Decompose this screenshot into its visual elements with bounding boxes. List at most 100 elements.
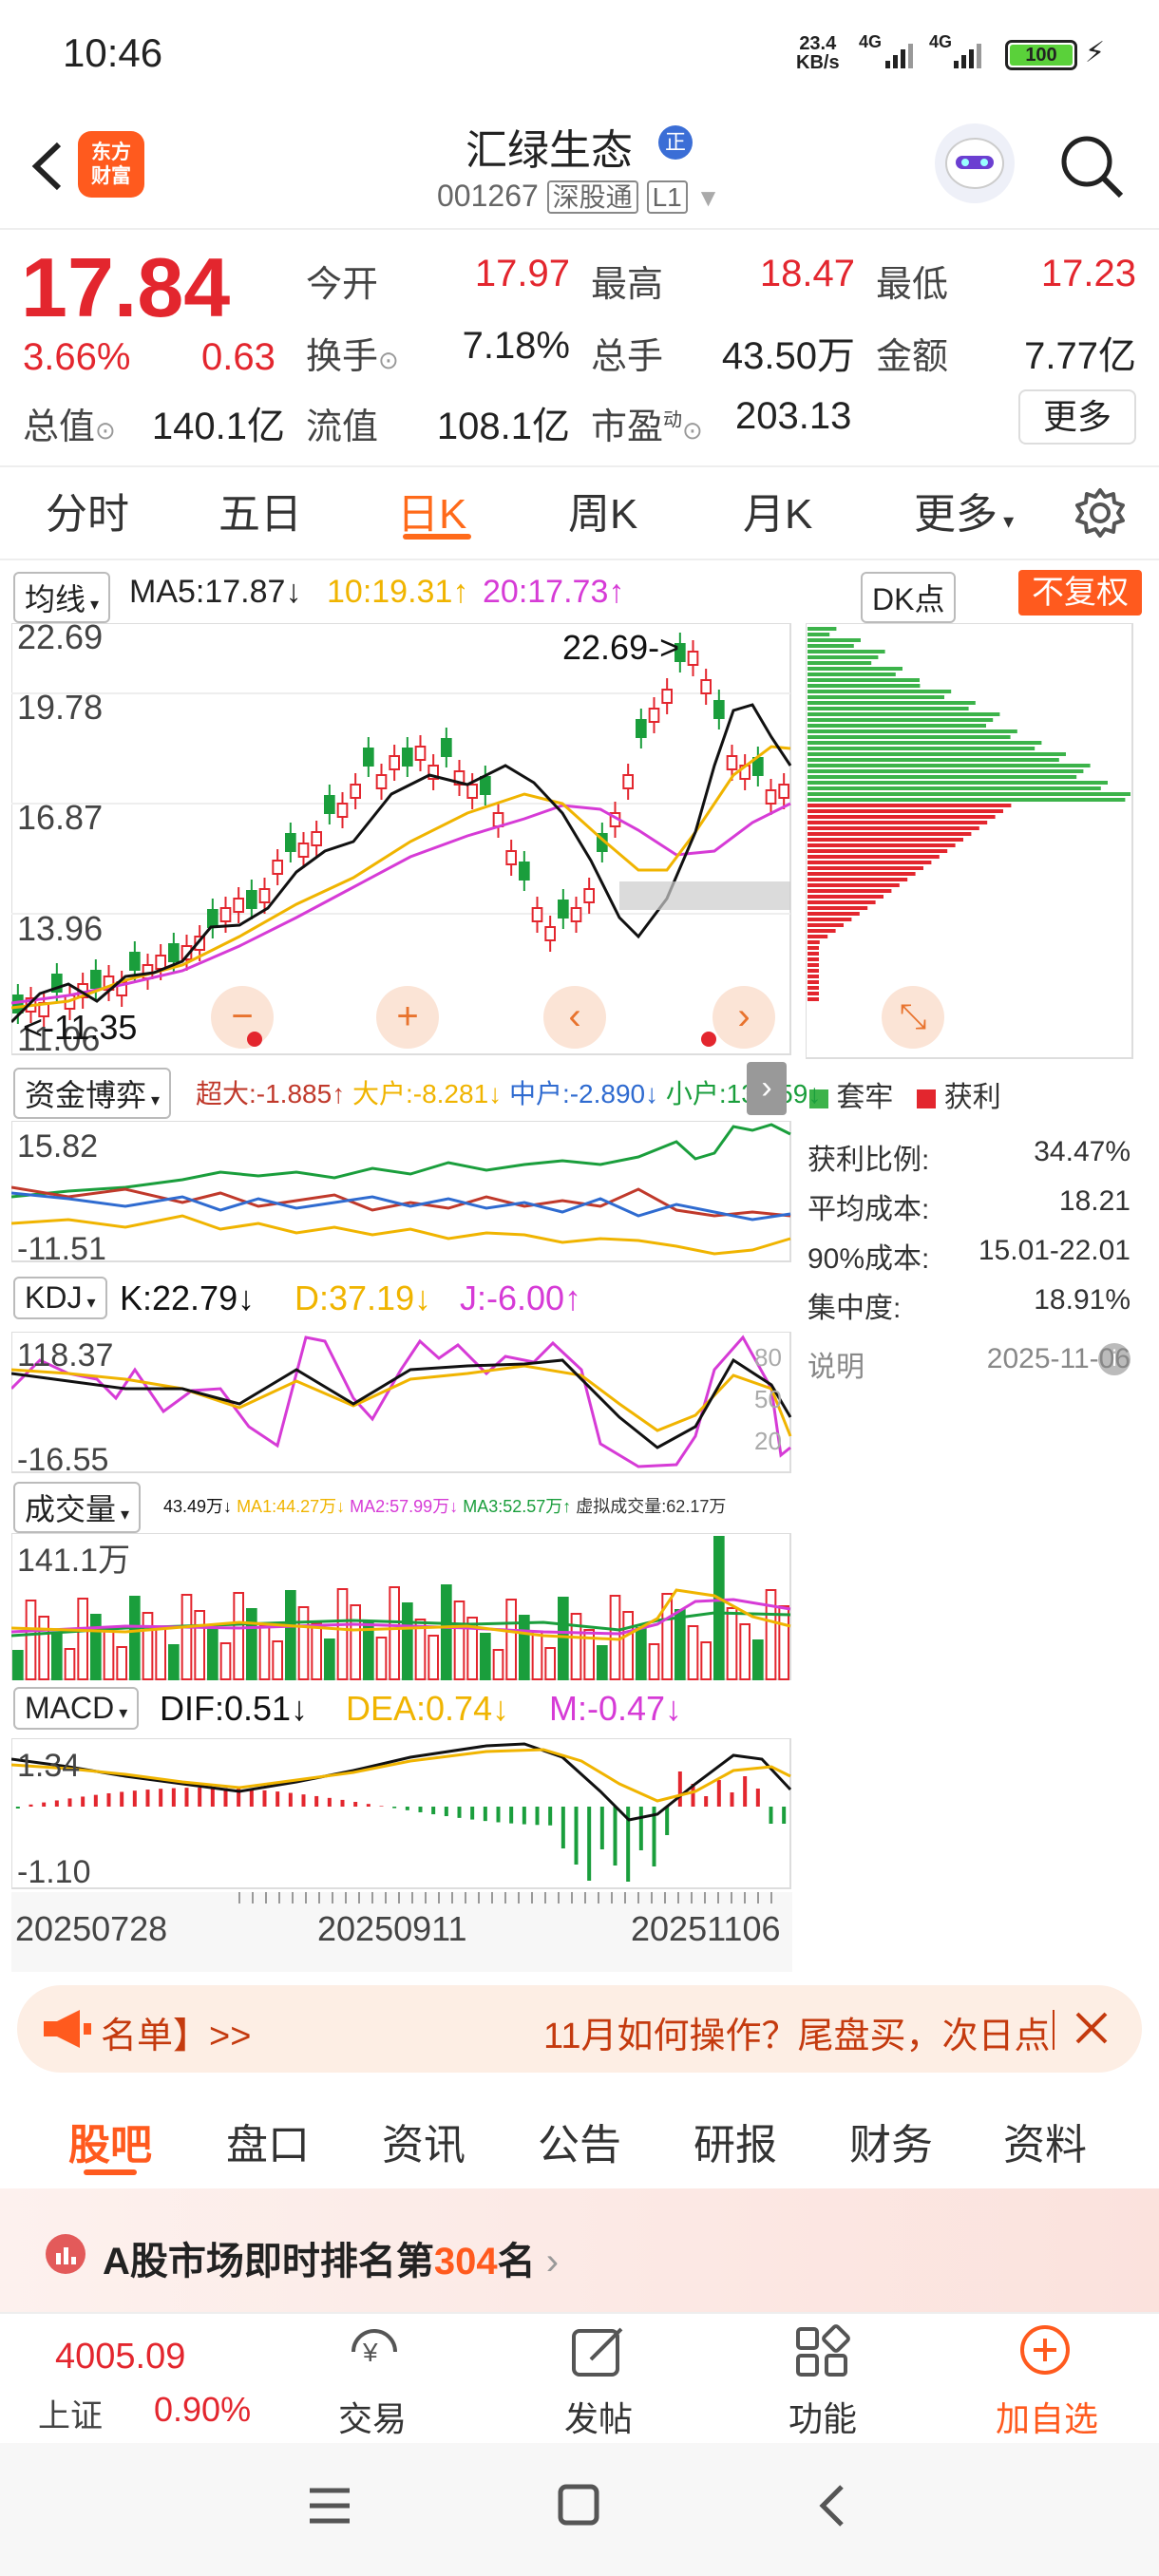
network-speed: 23.4 KB/s — [796, 33, 840, 73]
kdj-ref-50: 50 — [754, 1385, 782, 1413]
volume-bar — [142, 1612, 154, 1680]
candle-body — [480, 776, 491, 795]
chip-bar — [808, 667, 902, 671]
chip-bar — [808, 758, 1059, 762]
app-logo[interactable]: 东方 财富 — [78, 131, 144, 198]
ma5-value: MA5:17.87↓ — [129, 574, 302, 610]
stock-code: 001267 深股通 L1 ▼ — [437, 179, 721, 214]
index-value[interactable]: 4005.09 — [55, 2337, 185, 2377]
active-tab-indicator — [403, 534, 471, 540]
tab-wuri[interactable]: 五日 — [218, 480, 302, 540]
fq-button[interactable]: 不复权 — [1018, 570, 1142, 616]
home-icon[interactable] — [557, 2483, 600, 2527]
chip-bar — [808, 769, 1084, 773]
tab-fenshi[interactable]: 分时 — [46, 480, 129, 540]
volume-bar — [168, 1644, 180, 1680]
tab-rik[interactable]: 日K — [397, 480, 466, 540]
candle-body — [207, 909, 218, 928]
svg-text:¥: ¥ — [362, 2338, 378, 2367]
add-watchlist-icon[interactable] — [1015, 2321, 1075, 2382]
back-button[interactable] — [19, 133, 76, 199]
amount-value: 7.77亿 — [1024, 335, 1136, 377]
chip-distribution[interactable] — [806, 623, 1134, 1060]
badge-icon: 正 — [658, 125, 693, 160]
trade-icon[interactable]: ¥ — [342, 2321, 407, 2382]
candle-body — [713, 700, 725, 719]
open-label: 今开 — [306, 265, 379, 305]
fund-selector[interactable]: 资金博弈 ▾ — [13, 1068, 172, 1119]
kdj-selector[interactable]: KDJ ▾ — [13, 1277, 107, 1319]
fund-chart[interactable]: 15.82 -11.51 — [11, 1121, 792, 1263]
chip-bar — [808, 638, 861, 642]
post-label: 发帖 — [564, 2399, 634, 2438]
subtab-gonggao[interactable]: 公告 — [538, 2111, 621, 2171]
tab-yuek[interactable]: 月K — [743, 480, 812, 540]
chip-bar — [808, 923, 844, 927]
search-icon[interactable] — [1056, 131, 1127, 201]
macd-bar — [405, 1807, 409, 1810]
subtab-pankou[interactable]: 盘口 — [226, 2111, 310, 2171]
rank-text: A股市场即时排名第304名 › — [103, 2241, 560, 2282]
chip-bar — [808, 975, 819, 978]
dk-button[interactable]: DK点 — [861, 572, 957, 623]
chip-bar — [808, 952, 819, 956]
subtab-ziliao[interactable]: 资料 — [1003, 2111, 1087, 2171]
candle-body — [441, 738, 452, 757]
close-icon[interactable] — [1068, 2004, 1115, 2052]
post-icon[interactable] — [568, 2321, 629, 2382]
macd-bar — [548, 1807, 553, 1826]
volume-bar — [129, 1596, 141, 1680]
macd-chart[interactable]: 1.34 -1.10 — [11, 1738, 792, 1890]
candle-body — [700, 679, 712, 694]
back-nav-icon[interactable] — [813, 2481, 851, 2530]
pe-label: 市盈动⊙ — [591, 407, 703, 447]
ma-selector[interactable]: 均线 ▾ — [13, 572, 111, 623]
chip-bar — [808, 644, 854, 648]
chip-bar — [808, 775, 1077, 779]
menu-icon[interactable] — [306, 2485, 353, 2527]
tab-more[interactable]: 更多 ▾ — [914, 480, 1014, 540]
kdj-axis-bot: -16.55 — [17, 1442, 108, 1474]
chip-bar — [808, 997, 819, 1001]
zoom-in-button[interactable]: + — [376, 986, 439, 1049]
chip-row: 平均成本: 18.21 — [808, 1185, 1130, 1225]
robot-avatar[interactable] — [935, 123, 1015, 203]
chip-bar — [808, 633, 830, 636]
volume-bar — [324, 1638, 335, 1680]
panel-toggle-button[interactable]: › — [747, 1062, 787, 1115]
subtab-caiwu[interactable]: 财务 — [849, 2111, 933, 2171]
subtab-zixun[interactable]: 资讯 — [382, 2111, 466, 2171]
volume-bar — [531, 1631, 543, 1680]
net1-label: 4G — [859, 34, 882, 51]
volume-bar — [311, 1622, 323, 1680]
expand-icon[interactable]: ⤡ — [882, 986, 944, 1049]
chip-bar — [808, 815, 996, 819]
chip-bar — [808, 809, 1003, 813]
volume-bar — [285, 1590, 296, 1680]
more-button[interactable]: 更多 — [1018, 389, 1136, 445]
fund-axis-top: 15.82 — [17, 1128, 98, 1165]
chip-bar — [808, 878, 908, 881]
add-watchlist-label[interactable]: 加自选 — [996, 2392, 1098, 2441]
settings-gear-icon[interactable] — [1074, 486, 1127, 540]
prev-button[interactable]: ‹ — [543, 986, 606, 1049]
chip-bar — [808, 729, 1017, 733]
chip-note-row[interactable]: 说明 i 2025-11-06 — [808, 1343, 1130, 1385]
subtab-yanbao[interactable]: 研报 — [694, 2111, 777, 2171]
volume-chart[interactable]: 141.1万 — [11, 1533, 792, 1681]
fund-values: 超大:-1.885↑ 大户:-8.281↓ 中户:-2.890↓ 小户:13.0… — [196, 1079, 822, 1108]
function-icon[interactable] — [792, 2321, 853, 2382]
macd-selector[interactable]: MACD ▾ — [13, 1687, 140, 1730]
subtab-guba[interactable]: 股吧 — [68, 2111, 152, 2171]
zoom-out-button[interactable]: − — [211, 986, 274, 1049]
index-name: 上证 — [38, 2398, 103, 2434]
next-button[interactable]: › — [712, 986, 775, 1049]
change-value: 0.63 — [201, 336, 276, 378]
macd-bar — [54, 1800, 59, 1807]
kdj-chart[interactable]: 118.37 -16.55 80 50 20 — [11, 1332, 792, 1474]
volume-selector[interactable]: 成交量 ▾ — [13, 1482, 142, 1533]
tab-zhouk[interactable]: 周K — [568, 480, 637, 540]
status-time: 10:46 — [63, 30, 163, 75]
volume-value: 43.50万 — [721, 335, 855, 377]
macd-bar — [276, 1791, 280, 1807]
